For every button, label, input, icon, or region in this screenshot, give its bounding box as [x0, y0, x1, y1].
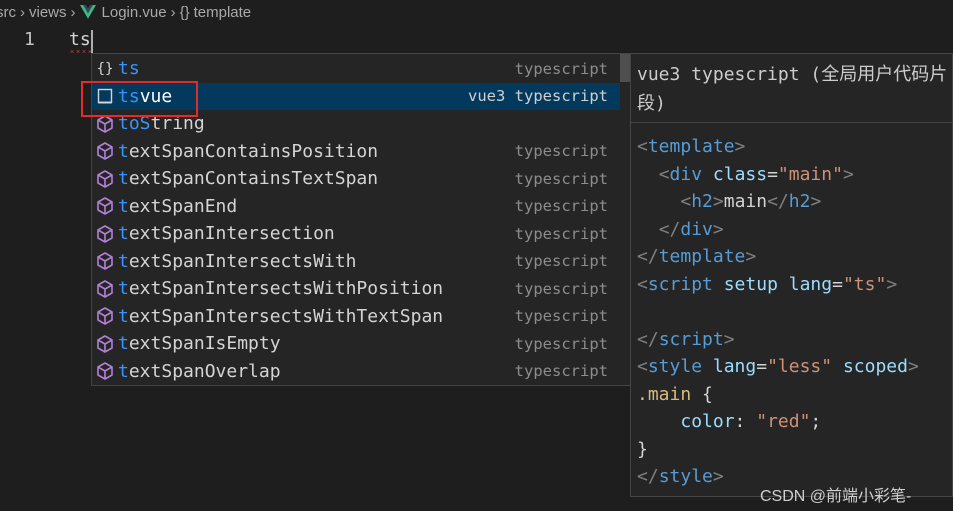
- suggestion-detail: typescript: [514, 362, 608, 380]
- breadcrumb-template-label: template: [193, 3, 252, 21]
- breadcrumb-item-template[interactable]: {} template: [180, 4, 252, 21]
- suggestion-item[interactable]: textSpanIntersectsWithTextSpan typescript: [92, 303, 620, 330]
- suggestion-detail: typescript: [514, 307, 608, 325]
- suggestion-label: textSpanIntersection: [118, 223, 335, 244]
- breadcrumb: src › views › Login.vue › {} template: [0, 0, 953, 24]
- chevron-right-icon: ›: [70, 3, 76, 21]
- suggestion-item[interactable]: tsvue vue3 typescript: [92, 82, 620, 110]
- method-cube-icon: [92, 197, 118, 215]
- suggestion-item[interactable]: textSpanOverlap typescript: [92, 358, 620, 385]
- suggestion-item[interactable]: textSpanIsEmpty typescript: [92, 330, 620, 357]
- breadcrumb-item-file[interactable]: Login.vue: [79, 3, 167, 21]
- suggestion-label: textSpanIntersectsWithTextSpan: [118, 305, 444, 327]
- code-line: <style lang="less" scoped>: [637, 356, 919, 377]
- chevron-right-icon: ›: [170, 3, 176, 21]
- suggestion-item[interactable]: {} ts typescript: [92, 55, 620, 82]
- method-cube-icon: [92, 279, 118, 298]
- method-cube-icon: [92, 307, 118, 325]
- suggestion-item[interactable]: textSpanEnd typescript: [92, 193, 620, 220]
- editor-line[interactable]: 1 ts: [0, 27, 953, 55]
- suggestion-detail: typescript: [514, 142, 608, 160]
- suggestion-label: textSpanIsEmpty: [118, 333, 281, 354]
- suggestion-details-panel: vue3 typescript (全局用户代码片 段) <template> <…: [630, 53, 953, 497]
- code-line: }: [637, 438, 648, 460]
- code-line: </style>: [637, 466, 724, 487]
- method-cube-icon: [92, 224, 118, 243]
- method-cube-icon: [92, 252, 118, 270]
- suggestion-label: ts: [118, 58, 140, 79]
- suggestion-detail: typescript: [514, 252, 608, 270]
- suggestion-item[interactable]: toString: [92, 110, 620, 137]
- breadcrumb-item-src[interactable]: src: [0, 4, 16, 21]
- suggestion-label: textSpanContainsTextSpan: [118, 168, 379, 189]
- breadcrumb-item-views[interactable]: views: [29, 4, 67, 21]
- error-squiggle: [69, 50, 91, 53]
- text-cursor: [91, 30, 93, 54]
- line-number: 1: [24, 29, 35, 50]
- vue-logo-icon: [79, 5, 96, 19]
- code-line: </div>: [658, 218, 724, 240]
- details-title-line2: 段): [637, 93, 666, 114]
- suggestion-detail: typescript: [514, 334, 608, 353]
- code-line: <template>: [637, 136, 746, 157]
- code-line: .main {: [637, 383, 713, 405]
- typed-text-value: ts: [69, 29, 91, 50]
- suggestion-label: textSpanEnd: [118, 195, 238, 217]
- code-line: <script setup lang="ts">: [637, 273, 898, 295]
- suggestion-detail: typescript: [514, 169, 608, 188]
- braces-icon: {}: [179, 3, 190, 21]
- suggestion-label: tsvue: [118, 85, 173, 107]
- suggestion-label: textSpanOverlap: [118, 360, 281, 382]
- suggestion-item[interactable]: textSpanContainsTextSpan typescript: [92, 165, 620, 192]
- method-cube-icon: [92, 334, 118, 353]
- details-title-line1: vue3 typescript (全局用户代码片: [637, 64, 948, 85]
- suggestion-scrollbar[interactable]: [620, 54, 630, 82]
- suggestion-item[interactable]: textSpanIntersectsWith typescript: [92, 248, 620, 275]
- braces-icon: {}: [96, 60, 114, 77]
- details-title: vue3 typescript (全局用户代码片 段): [637, 60, 952, 118]
- suggestion-detail: typescript: [514, 59, 608, 78]
- suggestion-detail: vue3 typescript: [468, 87, 608, 105]
- suggestion-item[interactable]: textSpanIntersection typescript: [92, 220, 620, 247]
- method-cube-icon: [92, 169, 118, 188]
- code-line: <h2>main</h2>: [680, 191, 822, 212]
- suggestion-item[interactable]: textSpanContainsPosition typescript: [92, 138, 620, 165]
- details-divider: [631, 122, 952, 123]
- code-line: </script>: [637, 328, 735, 350]
- snippet-icon: [92, 87, 118, 105]
- code-line: <div class="main">: [658, 163, 854, 185]
- typed-text[interactable]: ts: [69, 29, 91, 53]
- suggestion-label: textSpanIntersectsWithPosition: [118, 278, 444, 299]
- chevron-right-icon: ›: [20, 3, 25, 21]
- suggestion-detail: typescript: [514, 224, 608, 243]
- suggestion-label: textSpanContainsPosition: [118, 140, 379, 162]
- code-line: color: "red";: [680, 411, 822, 432]
- suggestion-label: textSpanIntersectsWith: [118, 250, 357, 272]
- suggestion-widget: {} ts typescript tsvue vue3 typescript toStri…: [91, 53, 631, 386]
- watermark: CSDN @前端小彩笔-: [760, 488, 912, 505]
- method-cube-icon: [92, 362, 118, 380]
- method-cube-icon: [92, 114, 118, 133]
- suggestion-detail: typescript: [514, 279, 608, 298]
- suggestion-label: toString: [118, 113, 205, 134]
- code-line: </template>: [637, 246, 757, 267]
- suggestion-detail: typescript: [514, 197, 608, 215]
- method-cube-icon: [92, 142, 118, 160]
- breadcrumb-file-label: Login.vue: [101, 3, 167, 21]
- suggestion-item[interactable]: textSpanIntersectsWithPosition typescript: [92, 275, 620, 302]
